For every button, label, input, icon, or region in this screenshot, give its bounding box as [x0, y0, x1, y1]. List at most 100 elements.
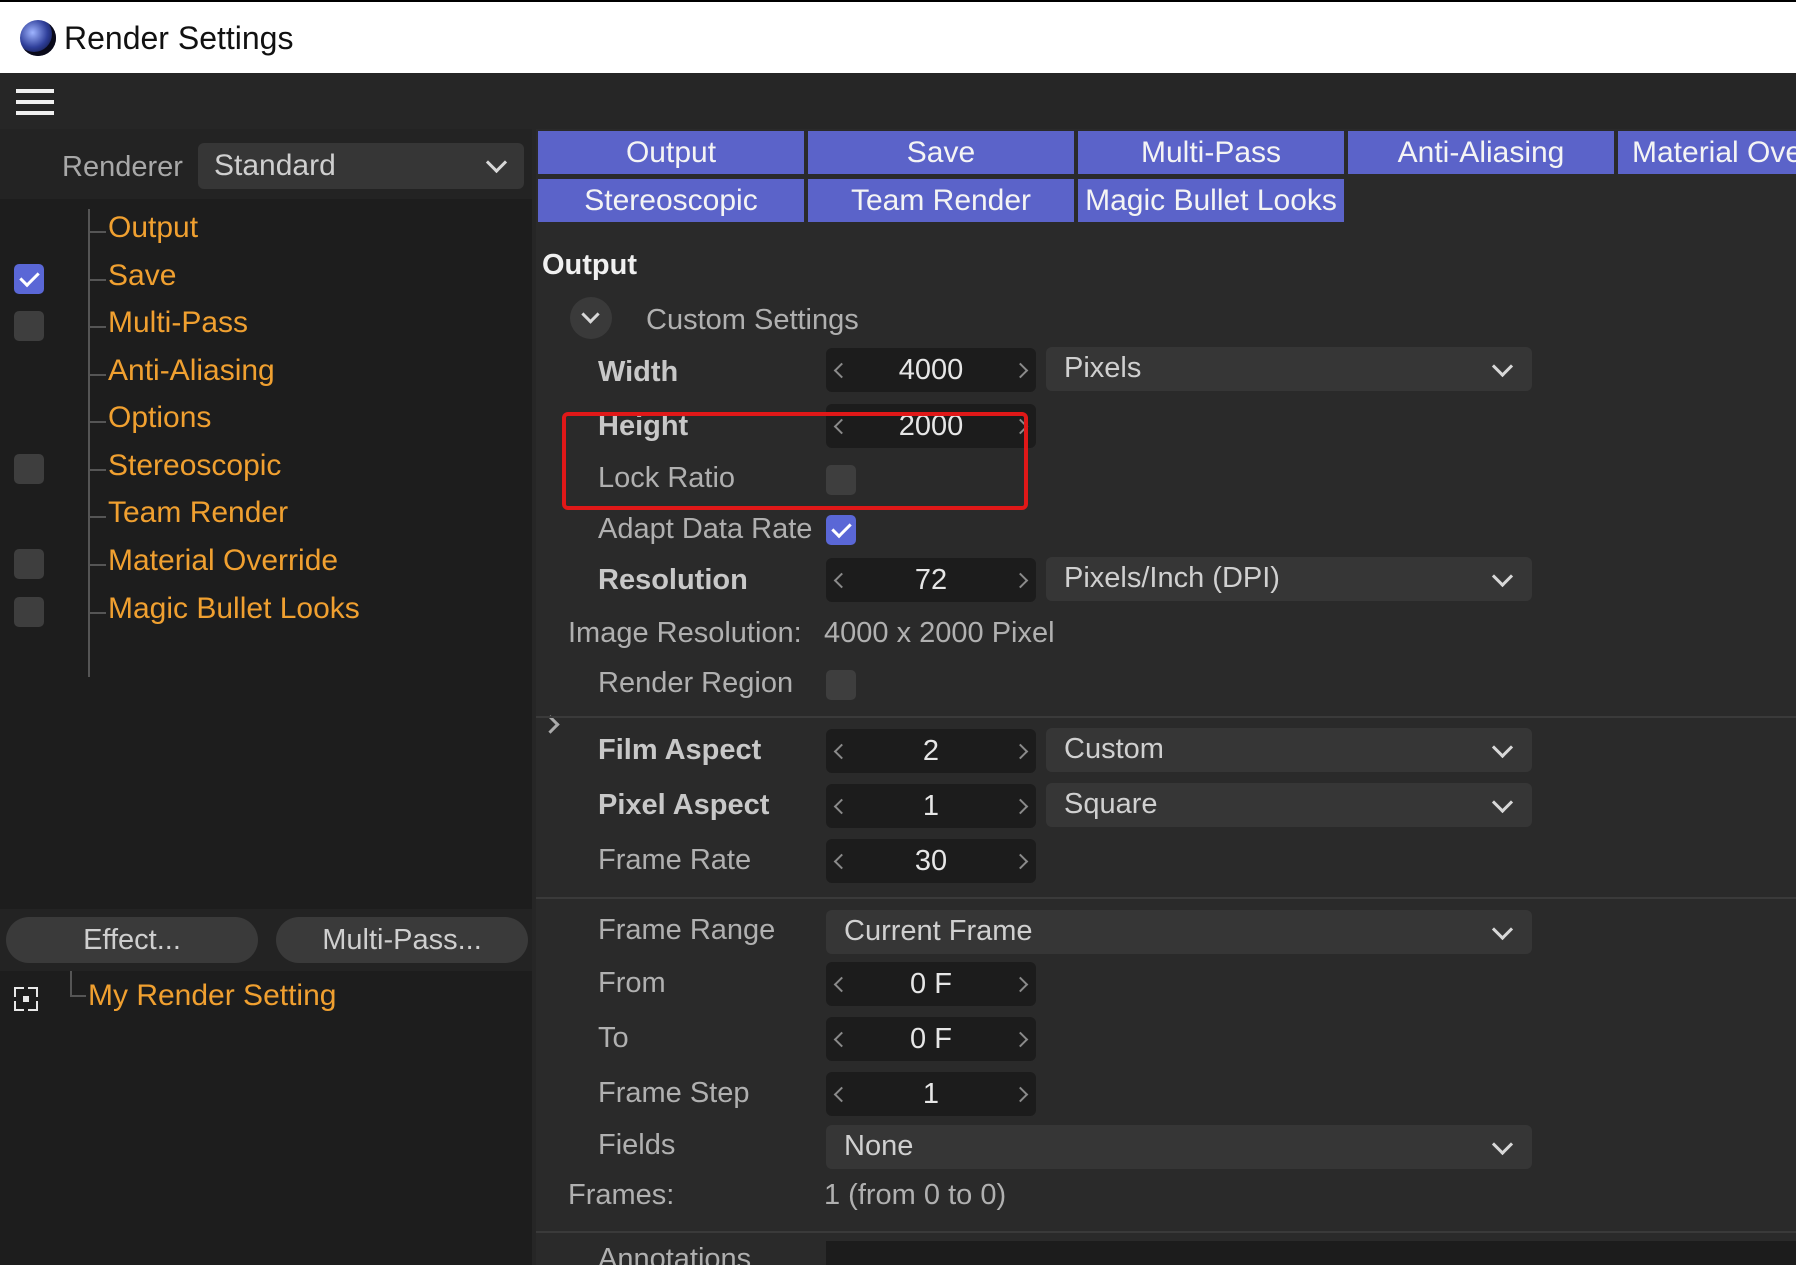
width-field[interactable]: 4000 [826, 348, 1036, 392]
size-unit-value: Pixels [1064, 352, 1142, 384]
tree-line [88, 421, 106, 423]
tab-material-ove[interactable]: Material Ove [1618, 131, 1796, 174]
resolution-unit-value: Pixels/Inch (DPI) [1064, 562, 1280, 594]
chevron-down-icon [581, 305, 600, 324]
frame-rate-value: 30 [914, 845, 948, 877]
lock-ratio-checkbox[interactable] [826, 465, 856, 495]
renderer-dropdown[interactable]: Standard [198, 143, 524, 189]
chevron-down-icon [1491, 918, 1514, 941]
chevron-down-icon [1491, 791, 1514, 814]
tree-line [70, 971, 72, 995]
fields-label: Fields [598, 1129, 676, 1161]
lock-ratio-label: Lock Ratio [598, 462, 736, 494]
right-panel: Output Save Multi-Pass Anti-Aliasing Materia… [536, 129, 1796, 1265]
left-panel: Renderer Standard Output Save Multi-Pass An… [0, 129, 532, 1265]
frame-rate-label: Frame Rate [598, 844, 752, 876]
to-field[interactable]: 0 F [826, 1017, 1036, 1061]
render-settings-list: My Render Setting [0, 971, 532, 1265]
divider [536, 716, 1796, 718]
tree-line [88, 564, 106, 566]
from-label: From [598, 967, 666, 999]
chevron-down-icon [1491, 1133, 1514, 1156]
annotations-field[interactable] [826, 1241, 1796, 1265]
enable-checkbox[interactable] [14, 264, 44, 294]
divider [536, 897, 1796, 899]
frame-rate-field[interactable]: 30 [826, 839, 1036, 883]
multi-pass-button[interactable]: Multi-Pass... [276, 917, 528, 963]
effect-button[interactable]: Effect... [6, 917, 258, 963]
section-title: Output [542, 249, 638, 281]
image-resolution-value: 4000 x 2000 Pixel [824, 617, 1055, 649]
tab-output[interactable]: Output [538, 131, 804, 174]
frame-step-value: 1 [922, 1078, 940, 1110]
film-aspect-label: Film Aspect [598, 734, 762, 766]
renderer-label: Renderer [62, 151, 183, 183]
chevron-down-icon [485, 151, 508, 174]
tree-line [88, 516, 106, 518]
tree-item-label: Save [108, 259, 177, 292]
pixel-aspect-value: 1 [922, 790, 940, 822]
film-aspect-dropdown[interactable]: Custom [1046, 728, 1532, 772]
left-button-row: Effect... Multi-Pass... [0, 909, 532, 969]
window-title: Render Settings [64, 20, 294, 56]
resolution-field[interactable]: 72 [826, 558, 1036, 602]
tree-item-label: Anti-Aliasing [108, 354, 275, 387]
film-aspect-preset: Custom [1064, 733, 1164, 765]
preset-label[interactable]: Custom Settings [646, 304, 859, 337]
frame-step-field[interactable]: 1 [826, 1072, 1036, 1116]
size-unit-dropdown[interactable]: Pixels [1046, 347, 1532, 391]
cinema4d-logo-icon [20, 20, 56, 56]
tree-line [70, 995, 86, 997]
pixel-aspect-preset: Square [1064, 788, 1158, 820]
from-value: 0 F [910, 968, 952, 1000]
adapt-data-rate-label: Adapt Data Rate [598, 513, 813, 545]
enable-checkbox[interactable] [14, 597, 44, 627]
chevron-down-icon [1491, 355, 1514, 378]
render-region-checkbox[interactable] [826, 670, 856, 700]
enable-checkbox[interactable] [14, 311, 44, 341]
tab-stereoscopic[interactable]: Stereoscopic [538, 179, 804, 222]
title-bar: Render Settings [0, 0, 1796, 73]
annotations-label: Annotations [598, 1243, 752, 1265]
frame-step-label: Frame Step [598, 1077, 750, 1109]
settings-tree: Output Save Multi-Pass Anti-Aliasing Options… [0, 199, 532, 909]
tab-anti-aliasing[interactable]: Anti-Aliasing [1348, 131, 1614, 174]
film-aspect-field[interactable]: 2 [826, 729, 1036, 773]
render-region-label: Render Region [598, 667, 794, 699]
tree-line [88, 326, 106, 328]
tree-item-label: Team Render [108, 496, 289, 529]
resolution-value: 72 [914, 564, 948, 596]
enable-checkbox[interactable] [14, 454, 44, 484]
width-label: Width [598, 356, 679, 388]
tab-team-render[interactable]: Team Render [808, 179, 1074, 222]
renderer-value: Standard [214, 149, 336, 182]
pixel-aspect-dropdown[interactable]: Square [1046, 783, 1532, 827]
tree-item-label: Output [108, 211, 199, 244]
frame-range-label: Frame Range [598, 914, 776, 946]
fields-dropdown[interactable]: None [826, 1125, 1532, 1169]
image-resolution-label: Image Resolution: [568, 617, 802, 649]
enable-checkbox[interactable] [14, 549, 44, 579]
focus-frame-icon[interactable] [14, 987, 38, 1011]
hamburger-menu-icon[interactable] [16, 89, 54, 117]
highlight-annotation-box [562, 412, 1028, 510]
adapt-data-rate-checkbox[interactable] [826, 515, 856, 545]
width-value: 4000 [898, 354, 964, 386]
render-setting-item[interactable]: My Render Setting [88, 979, 336, 1013]
chevron-down-icon [1491, 565, 1514, 588]
frames-value: 1 (from 0 to 0) [824, 1179, 1007, 1211]
chevron-right-icon[interactable] [541, 715, 560, 734]
tree-item-label: Options [108, 401, 212, 434]
frame-range-dropdown[interactable]: Current Frame [826, 910, 1532, 954]
tab-multi-pass[interactable]: Multi-Pass [1078, 131, 1344, 174]
app-body: Renderer Standard Output Save Multi-Pass An… [0, 73, 1796, 1265]
tab-save[interactable]: Save [808, 131, 1074, 174]
resolution-unit-dropdown[interactable]: Pixels/Inch (DPI) [1046, 557, 1532, 601]
from-field[interactable]: 0 F [826, 962, 1036, 1006]
tab-magic-bullet-looks[interactable]: Magic Bullet Looks [1078, 179, 1344, 222]
tree-line [88, 612, 106, 614]
tree-line [88, 374, 106, 376]
pixel-aspect-field[interactable]: 1 [826, 784, 1036, 828]
collapse-button[interactable] [570, 297, 612, 339]
tree-item-label: Magic Bullet Looks [108, 592, 360, 625]
